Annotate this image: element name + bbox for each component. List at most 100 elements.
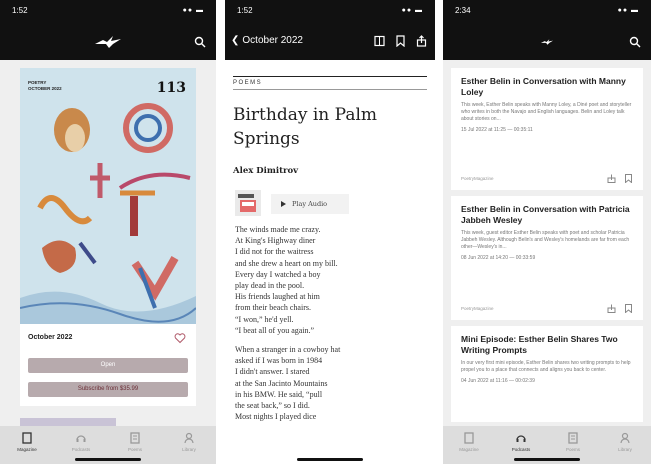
- audio-thumbnail: [235, 190, 261, 216]
- share-icon[interactable]: [607, 304, 616, 313]
- episode-time: 15 Jul 2022 at 11:25 — 00:35:11: [461, 127, 533, 133]
- play-audio-label: Play Audio: [292, 200, 328, 208]
- tab-label: Poems: [127, 447, 142, 452]
- issue-card: October 2022 Open Subscribe from $35.99: [20, 324, 196, 406]
- episode-time: 08 Jun 2022 at 14:20 — 00:33:59: [461, 255, 536, 261]
- poem-line: I did not for the waitress: [235, 247, 314, 257]
- poem-line: His friends laughed at him: [235, 292, 320, 302]
- top-navbar: ❮ October 2022: [225, 24, 435, 60]
- open-issue-button[interactable]: Open: [28, 358, 188, 373]
- section-rule: [233, 89, 427, 90]
- toolbar-actions: [374, 35, 427, 47]
- episode-footer: PoetryMagazine: [461, 304, 633, 314]
- heart-icon[interactable]: [174, 332, 186, 344]
- chevron-left-icon: ❮: [231, 35, 240, 46]
- status-time: 2:34: [455, 6, 471, 15]
- search-icon[interactable]: [629, 36, 641, 48]
- tab-podcasts[interactable]: Podcasts: [63, 432, 99, 452]
- poem-body: The winds made me crazy. At King's Highw…: [235, 224, 429, 430]
- poem-line: asked if I was born in 1984: [235, 356, 323, 366]
- pegasus-logo-icon: [95, 36, 121, 48]
- poem-line: The winds made me crazy.: [235, 225, 321, 234]
- tab-label: Magazine: [17, 447, 37, 452]
- episode-footer: PoetryMagazine: [461, 174, 633, 184]
- episode-card[interactable]: Mini Episode: Esther Belin Shares Two Wr…: [451, 326, 643, 422]
- cover-artwork: [20, 103, 196, 324]
- poem-line: When a stranger in a cowboy hat: [235, 345, 341, 355]
- tab-library[interactable]: Library: [607, 432, 643, 452]
- top-navbar: [0, 24, 216, 60]
- reader-view-icon[interactable]: [374, 35, 385, 47]
- tab-label: Podcasts: [511, 447, 531, 452]
- episode-description: In our very first mini episode, Esther B…: [461, 360, 631, 373]
- poem-line: At King's Highway diner: [235, 236, 316, 246]
- home-indicator: [514, 458, 580, 461]
- section-rule: [233, 76, 427, 77]
- poem-line: and she drew a heart on my bill.: [235, 258, 338, 268]
- bookmark-icon[interactable]: [624, 304, 633, 313]
- episode-title: Esther Belin in Conversation with Manny …: [461, 76, 626, 97]
- episode-actions: [607, 304, 633, 313]
- episode-description: This week, guest editor Esther Belin spe…: [461, 230, 630, 250]
- signal-wifi-battery-icon: ●● ▬: [401, 7, 423, 14]
- poem-line: in his BMW. He said, “pull: [235, 389, 323, 399]
- poem-line: I didn't answer. I stared: [235, 367, 310, 377]
- poem-line: at the San Jacinto Mountains: [235, 378, 328, 388]
- home-indicator: [297, 458, 363, 461]
- tab-label: Library: [618, 447, 632, 452]
- issue-cover[interactable]: POETRY OCTOBER 2022 113: [20, 68, 196, 324]
- episode-title: Mini Episode: Esther Belin Shares Two Wr…: [461, 334, 618, 355]
- user-icon: [620, 432, 630, 444]
- bookmark-icon[interactable]: [395, 35, 406, 47]
- search-icon[interactable]: [194, 36, 206, 48]
- tab-magazine[interactable]: Magazine: [9, 432, 45, 452]
- status-bar: 1:52 ●● ▬: [225, 0, 435, 24]
- tab-poems[interactable]: Poems: [555, 432, 591, 452]
- tab-podcasts[interactable]: Podcasts: [503, 432, 539, 452]
- tab-poems[interactable]: Poems: [117, 432, 153, 452]
- share-icon[interactable]: [416, 35, 427, 47]
- status-bar: 1:52 ●● ▬: [0, 0, 216, 24]
- episode-brand: PoetryMagazine: [461, 306, 494, 311]
- episode-title: Esther Belin in Conversation with Patric…: [461, 204, 630, 225]
- tab-magazine[interactable]: Magazine: [451, 432, 487, 452]
- back-button[interactable]: ❮ October 2022: [231, 35, 303, 46]
- poem-line: “I beat all of you again.”: [235, 325, 315, 335]
- subscribe-button[interactable]: Subscribe from $35.99: [28, 382, 188, 397]
- stanza: When a stranger in a cowboy hat asked if…: [235, 344, 429, 422]
- doc-icon: [568, 432, 578, 444]
- headphones-icon: [516, 435, 526, 442]
- magazine-screen: 1:52 ●● ▬ POETRY OCTOBER 2022 113 Octobe…: [0, 0, 216, 464]
- tab-library[interactable]: Library: [171, 432, 207, 452]
- home-indicator: [75, 458, 141, 461]
- poem-line: “I won,” he'd yell.: [235, 314, 294, 324]
- poem-title: Birthday in Palm Springs: [233, 105, 378, 149]
- top-navbar: [443, 24, 651, 60]
- tab-label: Magazine: [459, 447, 479, 452]
- podcasts-screen: 2:34 ●● ▬ Esther Belin in Conversation w…: [443, 0, 651, 464]
- user-icon: [184, 432, 194, 444]
- share-icon[interactable]: [607, 174, 616, 183]
- bookmark-icon[interactable]: [624, 174, 633, 183]
- section-label: POEMS: [233, 80, 263, 86]
- episode-card[interactable]: Esther Belin in Conversation with Manny …: [451, 68, 643, 190]
- signal-wifi-battery-icon: ●● ▬: [617, 7, 639, 14]
- book-icon: [464, 432, 474, 444]
- doc-icon: [130, 432, 140, 444]
- episode-card[interactable]: Esther Belin in Conversation with Patric…: [451, 196, 643, 320]
- status-bar: 2:34 ●● ▬: [443, 0, 651, 24]
- poem-line: Every day I watched a boy: [235, 269, 321, 279]
- poem-author[interactable]: Alex Dimitrov: [233, 166, 298, 176]
- poem-screen: 1:52 ●● ▬ ❮ October 2022 POEMS Birthday …: [225, 0, 435, 464]
- headphones-icon: [76, 435, 86, 442]
- tab-label: Library: [182, 447, 196, 452]
- poem-line: from their beach chairs.: [235, 303, 311, 313]
- stanza: The winds made me crazy. At King's Highw…: [235, 224, 429, 336]
- tab-label: Poems: [565, 447, 580, 452]
- episode-actions: [607, 174, 633, 183]
- book-icon: [22, 432, 32, 444]
- play-audio-button[interactable]: Play Audio: [271, 194, 349, 214]
- episode-description: This week, Esther Belin speaks with Mann…: [461, 102, 632, 122]
- poem-line: Most nights I played dice: [235, 412, 317, 422]
- issue-date: October 2022: [28, 334, 73, 341]
